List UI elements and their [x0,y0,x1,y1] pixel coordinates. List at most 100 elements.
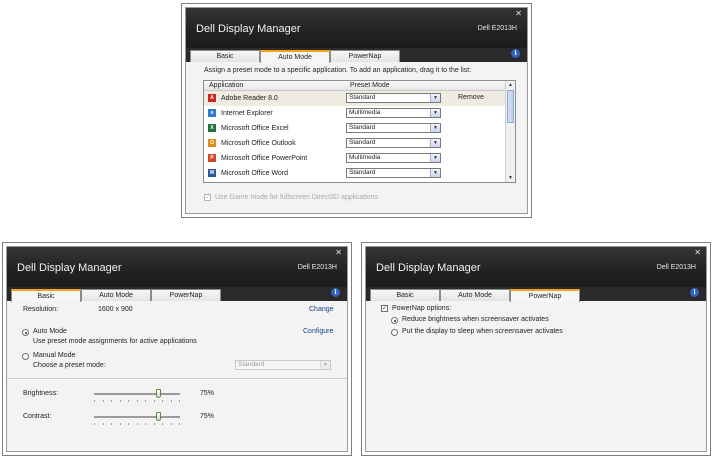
slider-tick [94,400,95,402]
preset-mode-value: Multimedia [349,109,381,116]
close-icon[interactable]: ✕ [515,9,522,18]
contrast-slider-thumb[interactable] [156,412,161,421]
auto-mode-panel: Assign a preset mode to a specific appli… [186,62,527,213]
auto-mode-label: Auto Mode [33,328,67,335]
powernap-screenshot: ✕ Dell Display Manager Dell E2013H Basic… [361,242,711,456]
info-icon[interactable]: i [690,288,699,297]
chevron-down-icon: ▼ [320,361,330,369]
list-item[interactable]: P Microsoft Office PowerPoint Multimedia ▼ [204,151,505,166]
preset-mode-value: Multimedia [349,154,381,161]
tab-bar: Basic Auto Mode PowerNap i [186,48,527,63]
contrast-label: Contrast: [23,413,52,420]
tab-basic[interactable]: Basic [370,289,440,301]
scroll-up-icon[interactable]: ▲ [506,81,515,89]
brightness-value: 75% [200,390,215,397]
configure-link[interactable]: Configure [303,328,333,335]
adobe-reader-icon: A [208,94,216,102]
change-resolution-link[interactable]: Change [309,306,334,313]
brightness-slider[interactable] [94,393,180,395]
chevron-down-icon: ▼ [430,169,440,177]
resolution-label: Resolution: [23,306,59,313]
slider-tick [162,423,163,425]
list-scrollbar[interactable]: ▲ ▼ [505,81,515,182]
tab-basic[interactable]: Basic [190,50,260,62]
preset-mode-select[interactable]: Multimedia ▼ [346,153,441,163]
auto-mode-radio[interactable] [22,329,29,336]
slider-tick [111,400,112,402]
title-bar: ✕ Dell Display Manager Dell E2013H [186,8,527,48]
powernap-options-checkbox[interactable]: ✓ [381,305,388,312]
brightness-label: Brightness: [23,390,59,397]
outlook-icon: O [208,139,216,147]
app-title: Dell Display Manager [17,262,122,274]
application-name: Microsoft Office Word [221,170,289,177]
monitor-model: Dell E2013H [477,25,517,32]
tab-auto-mode[interactable]: Auto Mode [81,289,151,301]
application-name: Microsoft Office Outlook [221,140,296,147]
slider-tick [145,400,146,402]
preset-mode-value: Standard [349,94,376,101]
contrast-ticks [94,423,180,426]
powernap-panel: ✓ PowerNap options: Reduce brightness wh… [366,301,706,451]
app-title: Dell Display Manager [196,23,301,35]
basic-screenshot: ✕ Dell Display Manager Dell E2013H Basic… [2,242,352,456]
preset-mode-select[interactable]: Multimedia ▼ [346,108,441,118]
game-mode-label: Use Game mode for fullscreen Direct3D ap… [215,194,379,201]
instruction-text: Assign a preset mode to a specific appli… [204,67,472,74]
list-item[interactable]: O Microsoft Office Outlook Standard ▼ [204,136,505,151]
tab-auto-mode[interactable]: Auto Mode [440,289,510,301]
close-icon[interactable]: ✕ [694,248,701,257]
sleep-display-radio[interactable] [391,329,398,336]
slider-tick [111,423,112,425]
manual-preset-value: Standard [238,361,265,368]
tab-powernap[interactable]: PowerNap [330,50,400,62]
application-name: Internet Explorer [221,110,273,117]
list-item[interactable]: e Internet Explorer Multimedia ▼ [204,106,505,121]
app-title: Dell Display Manager [376,262,481,274]
resolution-value: 1600 x 900 [98,306,133,313]
slider-tick [137,400,138,402]
excel-icon: X [208,124,216,132]
divider [7,378,347,379]
slider-tick [120,423,121,425]
internet-explorer-icon: e [208,109,216,117]
tab-powernap[interactable]: PowerNap [151,289,221,301]
slider-tick [179,423,180,425]
scroll-down-icon[interactable]: ▼ [506,174,515,182]
tab-bar: Basic Auto Mode PowerNap i [7,287,347,302]
manual-mode-radio[interactable] [22,353,29,360]
contrast-slider[interactable] [94,416,180,418]
slider-tick [103,423,104,425]
title-bar: ✕ Dell Display Manager Dell E2013H [366,247,706,287]
chevron-down-icon: ▼ [430,124,440,132]
chevron-down-icon: ▼ [430,94,440,102]
preset-mode-value: Standard [349,139,376,146]
chevron-down-icon: ▼ [430,154,440,162]
slider-tick [154,400,155,402]
list-item[interactable]: X Microsoft Office Excel Standard ▼ [204,121,505,136]
manual-preset-select[interactable]: Standard ▼ [235,360,331,370]
reduce-brightness-label: Reduce brightness when screensaver activ… [402,316,549,323]
contrast-value: 75% [200,413,215,420]
preset-mode-select[interactable]: Standard ▼ [346,138,441,148]
info-icon[interactable]: i [511,49,520,58]
info-icon[interactable]: i [331,288,340,297]
reduce-brightness-radio[interactable] [391,317,398,324]
application-list[interactable]: Application Preset Mode A Adobe Reader 8.… [203,80,516,183]
brightness-ticks [94,400,180,403]
preset-mode-value: Standard [349,169,376,176]
preset-mode-select[interactable]: Standard ▼ [346,168,441,178]
sleep-display-label: Put the display to sleep when screensave… [402,328,563,335]
list-item[interactable]: W Microsoft Office Word Standard ▼ [204,166,505,181]
game-mode-checkbox[interactable]: ✓ [204,194,211,201]
application-name: Microsoft Office PowerPoint [221,155,308,162]
preset-mode-select[interactable]: Standard ▼ [346,93,441,103]
close-icon[interactable]: ✕ [335,248,342,257]
slider-tick [154,423,155,425]
preset-mode-select[interactable]: Standard ▼ [346,123,441,133]
list-header: Application Preset Mode [204,81,505,91]
remove-button[interactable]: Remove [458,94,484,101]
scrollbar-thumb[interactable] [507,90,514,123]
monitor-model: Dell E2013H [297,264,337,271]
brightness-slider-thumb[interactable] [156,389,161,398]
